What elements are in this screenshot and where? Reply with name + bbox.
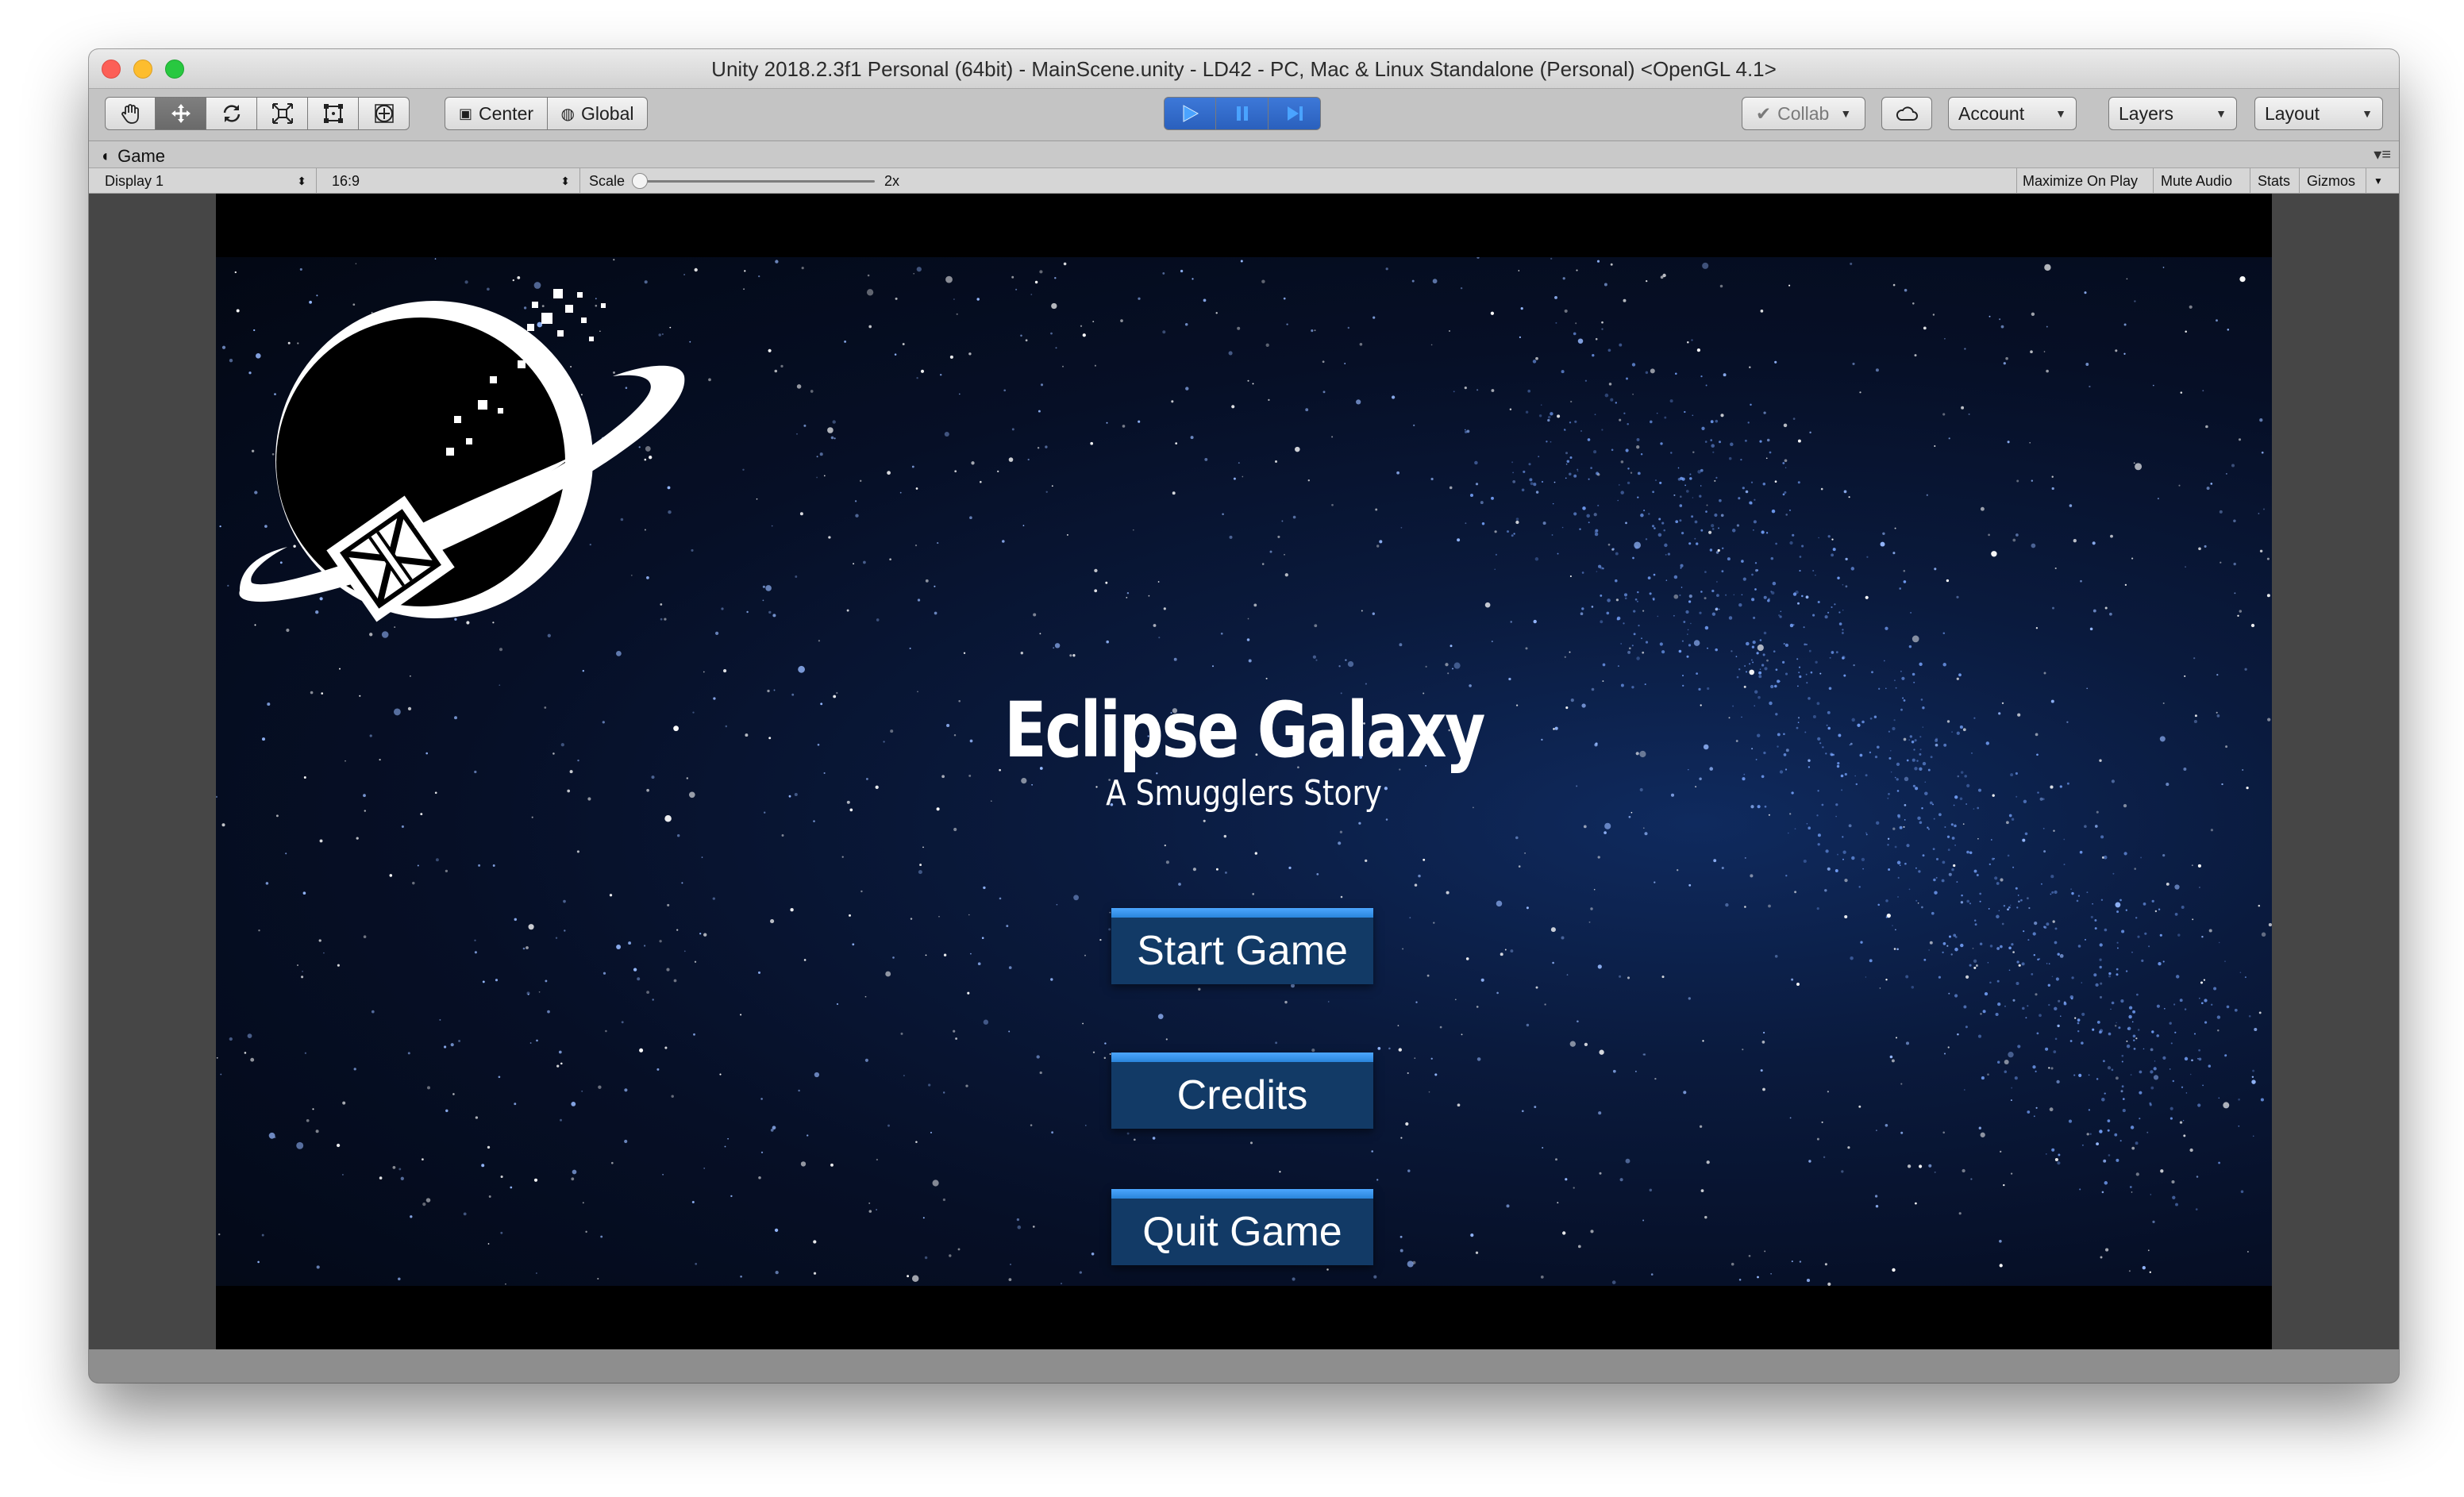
game-control-bar: Display 1 ⬍ 16:9 ⬍ Scale 2x Maximize On … [89, 168, 2399, 194]
mute-audio-toggle[interactable]: Mute Audio [2161, 168, 2232, 194]
pacman-icon: ◖ [100, 147, 110, 165]
hand-icon [118, 102, 142, 125]
game-viewport[interactable]: Eclipse Galaxy A Smugglers Story Start G… [216, 194, 2272, 1349]
scale-value: 2x [884, 172, 900, 189]
scale-label: Scale [589, 172, 626, 189]
gizmos-toggle[interactable]: Gizmos [2307, 168, 2355, 194]
pivot-center-icon: ▣ [458, 105, 472, 121]
pause-icon [1232, 103, 1253, 124]
pivot-center-label: Center [478, 102, 534, 124]
chevron-down-icon: ▼ [2216, 107, 2227, 120]
cloud-icon [1895, 105, 1919, 122]
main-toolbar: ▣ Center ◍ Global ✔ Collab ▼ Account ▼ L… [89, 89, 2399, 141]
layers-label: Layers [2119, 102, 2174, 124]
chevron-down-icon: ▼ [2362, 107, 2373, 120]
pivot-toggles: ▣ Center ◍ Global [445, 97, 648, 130]
rect-tool-button[interactable] [308, 97, 359, 130]
account-label: Account [1958, 102, 2025, 124]
account-dropdown[interactable]: Account ▼ [1948, 97, 2077, 130]
unity-window: Unity 2018.2.3f1 Personal (64bit) - Main… [89, 49, 2399, 1383]
aspect-label: 16:9 [332, 172, 360, 189]
pivot-center-button[interactable]: ▣ Center [445, 97, 548, 130]
chevron-down-icon: ▼ [2055, 107, 2066, 120]
title-bar[interactable]: Unity 2018.2.3f1 Personal (64bit) - Main… [89, 49, 2399, 89]
move-icon [169, 102, 193, 125]
aspect-dropdown[interactable]: 16:9 ⬍ [332, 168, 576, 194]
game-tab-bar: ◖ Game ▾≡ [89, 141, 2399, 168]
status-bar [89, 1349, 2399, 1383]
layout-dropdown[interactable]: Layout ▼ [2254, 97, 2383, 130]
game-subtitle: A Smugglers Story [1106, 773, 1382, 814]
gizmos-dropdown-icon[interactable]: ▼ [2374, 168, 2383, 194]
cloud-group [1881, 97, 1932, 130]
layout-label: Layout [2265, 102, 2320, 124]
transform-icon [372, 102, 396, 125]
play-button[interactable] [1164, 97, 1216, 130]
game-title: Eclipse Galaxy [1004, 686, 1485, 775]
tab-game[interactable]: ◖ Game [100, 144, 165, 168]
scale-slider-thumb[interactable] [632, 173, 648, 189]
game-view: Eclipse Galaxy A Smugglers Story Start G… [89, 194, 2399, 1349]
move-tool-button[interactable] [156, 97, 206, 130]
credits-button[interactable]: Credits [1111, 1053, 1373, 1129]
stats-toggle[interactable]: Stats [2258, 168, 2290, 194]
cloud-button[interactable] [1881, 97, 1932, 130]
play-icon [1180, 103, 1200, 124]
collab-dropdown[interactable]: ✔ Collab ▼ [1742, 97, 1865, 130]
layout-group: Layout ▼ [2254, 97, 2383, 130]
chevron-down-icon: ▼ [1840, 107, 1852, 120]
collab-group: ✔ Collab ▼ [1742, 97, 1865, 130]
hand-tool-button[interactable] [105, 97, 156, 130]
maximize-on-play-toggle[interactable]: Maximize On Play [2023, 168, 2138, 194]
collab-label: Collab [1777, 102, 1830, 124]
step-icon [1284, 103, 1305, 124]
account-group: Account ▼ [1948, 97, 2077, 130]
chevron-updown-icon: ⬍ [297, 174, 306, 187]
display-label: Display 1 [105, 172, 164, 189]
step-button[interactable] [1269, 97, 1321, 130]
globe-icon: ◍ [560, 105, 575, 123]
tab-game-label: Game [117, 146, 166, 166]
rotate-tool-button[interactable] [206, 97, 257, 130]
scale-icon [271, 102, 295, 125]
layers-group: Layers ▼ [2108, 97, 2237, 130]
starfield-background: Eclipse Galaxy A Smugglers Story Start G… [216, 257, 2272, 1286]
transform-tools [105, 97, 410, 130]
quit-game-button[interactable]: Quit Game [1111, 1189, 1373, 1265]
pivot-global-label: Global [580, 102, 634, 124]
scale-slider-track[interactable] [637, 180, 875, 183]
pause-button[interactable] [1216, 97, 1269, 130]
layers-dropdown[interactable]: Layers ▼ [2108, 97, 2237, 130]
chevron-updown-icon: ⬍ [560, 174, 570, 187]
scale-tool-button[interactable] [257, 97, 308, 130]
rotate-icon [220, 102, 244, 125]
start-game-button[interactable]: Start Game [1111, 908, 1373, 984]
game-logo [239, 289, 685, 622]
pivot-global-button[interactable]: ◍ Global [548, 97, 648, 130]
rect-icon [321, 102, 345, 125]
play-controls [1164, 97, 1321, 130]
tab-menu-icon[interactable]: ▾≡ [2374, 144, 2391, 164]
transform-tool-button[interactable] [359, 97, 410, 130]
check-icon: ✔ [1755, 102, 1772, 124]
window-title: Unity 2018.2.3f1 Personal (64bit) - Main… [711, 57, 1777, 81]
display-dropdown[interactable]: Display 1 ⬍ [105, 168, 313, 194]
